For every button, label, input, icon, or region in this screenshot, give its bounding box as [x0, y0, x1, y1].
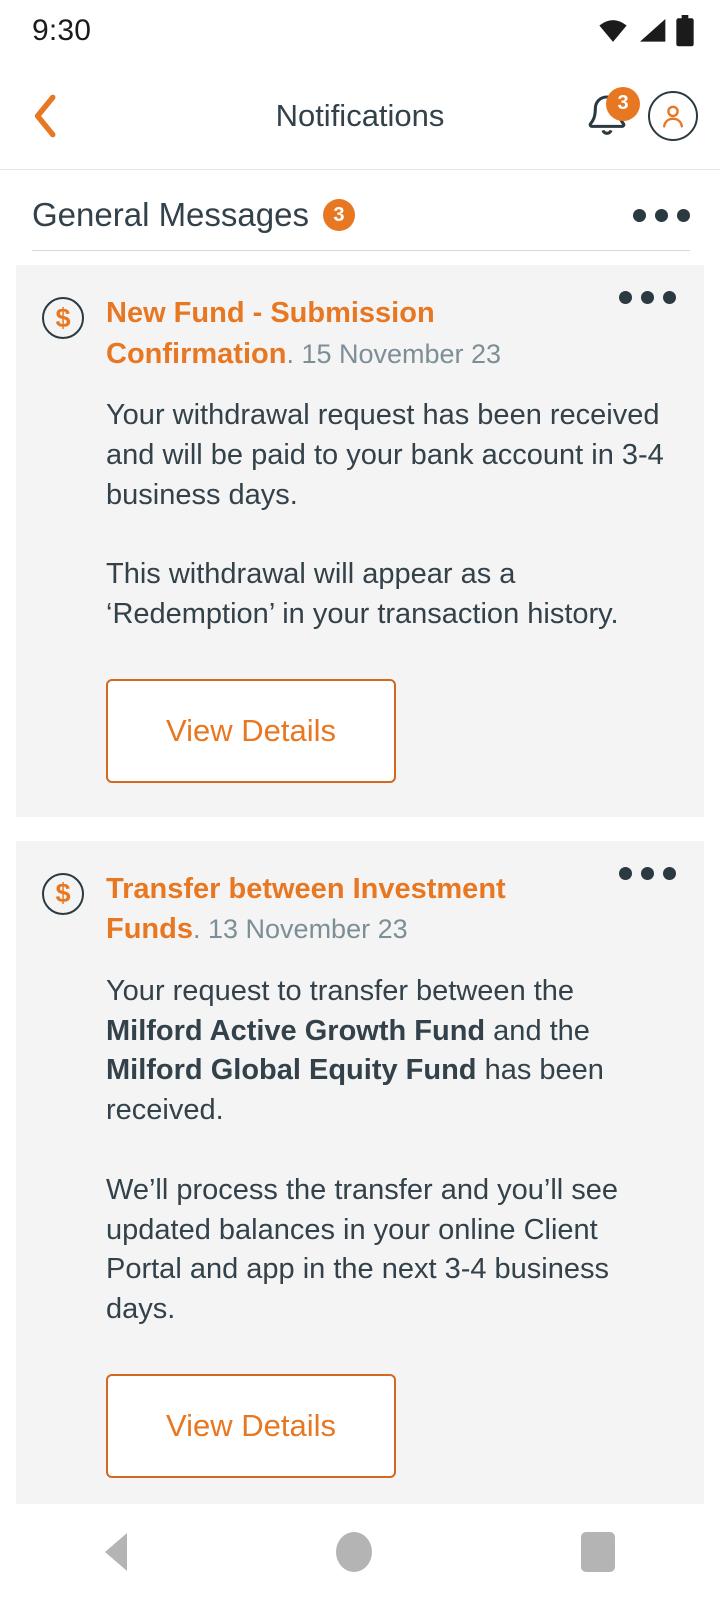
more-options-icon: [641, 866, 654, 880]
body-text: and the: [485, 1014, 590, 1047]
notification-list: $ New Fund - Submission Confirmation. 15 …: [0, 251, 720, 1504]
section-header-general-messages: General Messages 3: [0, 170, 720, 234]
section-overflow-button[interactable]: [633, 208, 690, 222]
user-avatar-icon: [662, 105, 684, 128]
card-title: New Fund - Submission Confirmation. 15 N…: [106, 297, 502, 370]
app-bar: Notifications 3: [0, 62, 720, 170]
notifications-screen: 9:30 Notifications 3 General Messages 3 …: [0, 0, 720, 1600]
card-paragraph: Your request to transfer between the Mil…: [106, 972, 674, 1131]
section-title: General Messages: [32, 196, 309, 233]
card-overflow-button[interactable]: [619, 866, 676, 880]
fund-name: Milford Global Equity Fund: [106, 1054, 477, 1087]
avatar-button[interactable]: [648, 90, 698, 141]
view-details-button[interactable]: View Details: [106, 678, 396, 783]
app-bar-actions: 3: [584, 86, 698, 141]
nav-back-icon: [104, 1533, 127, 1571]
status-icons: [596, 15, 696, 47]
more-options-icon: [619, 291, 632, 304]
more-options-icon: [663, 291, 676, 304]
bell-badge-count: 3: [606, 86, 640, 121]
nav-back-button[interactable]: [104, 1533, 127, 1571]
body-text: We’ll process the transfer and you’ll se…: [106, 1173, 619, 1325]
status-time: 9:30: [32, 14, 92, 47]
card-title-wrap: Transfer between Investment Funds. 13 No…: [106, 869, 674, 950]
nav-recents-icon: [581, 1532, 616, 1572]
dollar-coin-icon: $: [42, 872, 84, 915]
card-overflow-button[interactable]: [619, 291, 676, 304]
dollar-coin-icon: $: [42, 297, 84, 339]
card-paragraph: We’ll process the transfer and you’ll se…: [106, 1171, 674, 1330]
notification-card[interactable]: $ New Fund - Submission Confirmation. 15 …: [16, 265, 704, 817]
more-options-icon: [641, 291, 654, 304]
card-title-wrap: New Fund - Submission Confirmation. 15 N…: [106, 293, 674, 374]
wifi-icon: [599, 20, 627, 42]
nav-home-icon: [335, 1532, 372, 1572]
chevron-left-icon: [34, 94, 56, 137]
notification-card[interactable]: $ Transfer between Investment Funds. 13 N…: [16, 840, 704, 1504]
android-nav-bar: [0, 1504, 720, 1600]
body-text: Your request to transfer between the: [106, 974, 575, 1007]
card-date: . 13 November 23: [193, 914, 408, 945]
card-body: Your withdrawal request has been receive…: [106, 396, 674, 635]
notifications-bell-button[interactable]: 3: [584, 86, 640, 140]
card-paragraph: Your withdrawal request has been receive…: [106, 396, 674, 515]
nav-recents-button[interactable]: [581, 1532, 616, 1572]
body-text: Your withdrawal request has been receive…: [106, 399, 664, 511]
card-title: Transfer between Investment Funds. 13 No…: [106, 872, 506, 946]
more-options-icon: [677, 208, 690, 222]
back-button[interactable]: [18, 88, 74, 144]
more-options-icon: [663, 866, 676, 880]
view-details-button[interactable]: View Details: [106, 1373, 396, 1478]
fund-name: Milford Active Growth Fund: [106, 1014, 486, 1047]
card-date: . 15 November 23: [286, 338, 502, 369]
battery-icon: [676, 15, 694, 47]
more-options-icon: [619, 866, 632, 880]
more-options-icon: [655, 208, 668, 222]
nav-home-button[interactable]: [335, 1532, 372, 1572]
card-header: $ New Fund - Submission Confirmation. 15 …: [42, 293, 674, 374]
card-header: $ Transfer between Investment Funds. 13 N…: [42, 869, 674, 950]
body-text: This withdrawal will appear as a ‘Redemp…: [106, 558, 619, 631]
cellular-signal-icon: [640, 19, 666, 42]
status-bar: 9:30: [0, 0, 720, 62]
more-options-icon: [633, 208, 646, 222]
card-body: Your request to transfer between the Mil…: [106, 972, 674, 1330]
card-paragraph: This withdrawal will appear as a ‘Redemp…: [106, 555, 674, 634]
section-badge-count: 3: [322, 199, 355, 231]
